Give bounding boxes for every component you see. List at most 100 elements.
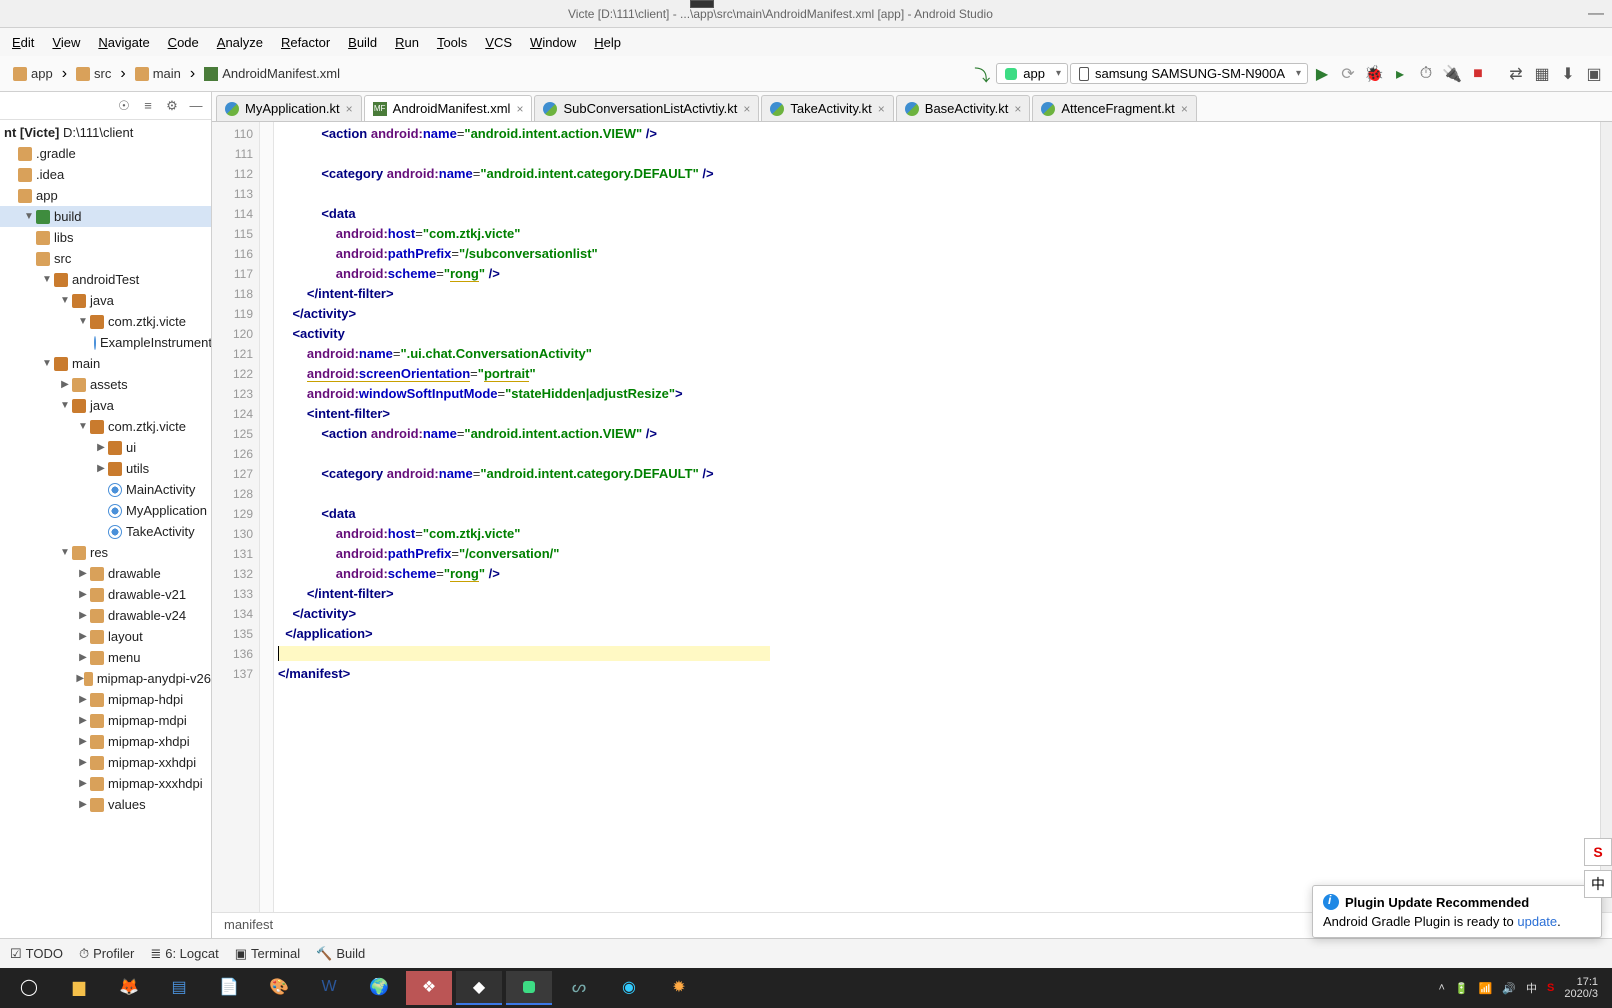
attach-debugger-icon[interactable]: 🔌 (1440, 62, 1464, 86)
project-target-icon[interactable]: ☉ (115, 97, 133, 115)
menu-code[interactable]: Code (160, 32, 207, 53)
code-area[interactable]: 1101111121131141151161171181191201211221… (212, 122, 1612, 912)
menu-view[interactable]: View (44, 32, 88, 53)
tree-arrow-icon[interactable]: ▶ (76, 799, 90, 810)
tool-build[interactable]: 🔨Build (316, 946, 365, 962)
tree-item-java[interactable]: ▼java (0, 290, 211, 311)
close-tab-icon[interactable]: × (346, 102, 353, 116)
android-studio-icon[interactable] (506, 971, 552, 1005)
menu-edit[interactable]: Edit (4, 32, 42, 53)
tree-arrow-icon[interactable]: ▶ (76, 778, 90, 789)
firefox-icon[interactable]: 🦊 (106, 971, 152, 1005)
tree-root[interactable]: nt [Victe] D:\111\client (0, 122, 211, 143)
minimize-button[interactable]: — (1588, 5, 1604, 23)
error-stripe[interactable] (1600, 122, 1612, 912)
tree-item--idea[interactable]: .idea (0, 164, 211, 185)
tree-item-mainactivity[interactable]: MainActivity (0, 479, 211, 500)
drag-tab[interactable] (690, 0, 714, 8)
tree-arrow-icon[interactable]: ▼ (76, 316, 90, 327)
project-tree[interactable]: nt [Victe] D:\111\client .gradle.ideaapp… (0, 120, 211, 968)
tree-item-mipmap-hdpi[interactable]: ▶mipmap-hdpi (0, 689, 211, 710)
fold-column[interactable] (260, 122, 274, 912)
debug-button[interactable]: 🐞 (1362, 62, 1386, 86)
stop-button[interactable]: ■ (1466, 62, 1490, 86)
tree-arrow-icon[interactable]: ▼ (40, 274, 54, 285)
tool-profiler[interactable]: ⏱Profiler (79, 946, 134, 962)
tree-item-androidtest[interactable]: ▼androidTest (0, 269, 211, 290)
apply-changes-icon[interactable]: ⟳ (1336, 62, 1360, 86)
avd-manager-icon[interactable]: ▦ (1530, 62, 1554, 86)
tree-item-drawable-v21[interactable]: ▶drawable-v21 (0, 584, 211, 605)
tree-item-mipmap-xxhdpi[interactable]: ▶mipmap-xxhdpi (0, 752, 211, 773)
close-tab-icon[interactable]: × (878, 102, 885, 116)
tree-arrow-icon[interactable]: ▶ (76, 736, 90, 747)
crumb-file[interactable]: AndroidManifest.xml (197, 63, 347, 84)
tree-item-layout[interactable]: ▶layout (0, 626, 211, 647)
menu-window[interactable]: Window (522, 32, 584, 53)
close-tab-icon[interactable]: × (516, 102, 523, 116)
tool-logcat[interactable]: ≣6: Logcat (150, 946, 218, 962)
menu-build[interactable]: Build (340, 32, 385, 53)
tray-battery-icon[interactable]: 🔋 (1455, 982, 1469, 995)
close-tab-icon[interactable]: × (743, 102, 750, 116)
tab-baseactivity-kt[interactable]: BaseActivity.kt× (896, 95, 1031, 121)
menu-help[interactable]: Help (586, 32, 629, 53)
tree-arrow-icon[interactable]: ▶ (76, 652, 90, 663)
system-tray[interactable]: ˄ 🔋 📶 🔊 中 S 17:1 2020/3 (1438, 976, 1606, 1000)
explorer-icon[interactable]: ▆ (56, 971, 102, 1005)
tree-arrow-icon[interactable]: ▶ (76, 715, 90, 726)
tree-item-main[interactable]: ▼main (0, 353, 211, 374)
menu-analyze[interactable]: Analyze (209, 32, 271, 53)
tree-item-menu[interactable]: ▶menu (0, 647, 211, 668)
notepad-icon[interactable]: 📄 (206, 971, 252, 1005)
tab-takeactivity-kt[interactable]: TakeActivity.kt× (761, 95, 893, 121)
menu-run[interactable]: Run (387, 32, 427, 53)
tree-item-mipmap-xhdpi[interactable]: ▶mipmap-xhdpi (0, 731, 211, 752)
tree-item-libs[interactable]: libs (0, 227, 211, 248)
crumb-app[interactable]: app (6, 63, 60, 84)
app4-icon[interactable]: ✹ (656, 971, 702, 1005)
tab-attencefragment-kt[interactable]: AttenceFragment.kt× (1032, 95, 1196, 121)
tree-arrow-icon[interactable]: ▶ (94, 442, 108, 453)
update-link[interactable]: update (1517, 914, 1557, 929)
coverage-icon[interactable]: ▸ (1388, 62, 1412, 86)
tree-arrow-icon[interactable]: ▶ (94, 463, 108, 474)
tree-item-takeactivity[interactable]: TakeActivity (0, 521, 211, 542)
tab-subconversationlistactivtiy-kt[interactable]: SubConversationListActivtiy.kt× (534, 95, 759, 121)
update-popup[interactable]: Plugin Update Recommended Android Gradle… (1312, 885, 1602, 938)
tab-androidmanifest-xml[interactable]: MFAndroidManifest.xml× (364, 95, 533, 121)
tree-item-values[interactable]: ▶values (0, 794, 211, 815)
app3-icon[interactable]: ◉ (606, 971, 652, 1005)
tree-item-mipmap-anydpi-v26[interactable]: ▶mipmap-anydpi-v26 (0, 668, 211, 689)
tree-arrow-icon[interactable]: ▶ (76, 589, 90, 600)
crumb-src[interactable]: src (69, 63, 118, 84)
line-gutter[interactable]: 1101111121131141151161171181191201211221… (212, 122, 260, 912)
tray-chevron-icon[interactable]: ˄ (1438, 982, 1444, 994)
tree-item-mipmap-xxxhdpi[interactable]: ▶mipmap-xxxhdpi (0, 773, 211, 794)
tree-arrow-icon[interactable]: ▼ (22, 211, 36, 222)
project-hide-icon[interactable]: — (187, 97, 205, 115)
app1-icon[interactable]: ❖ (406, 971, 452, 1005)
tree-item-utils[interactable]: ▶utils (0, 458, 211, 479)
tree-item-drawable[interactable]: ▶drawable (0, 563, 211, 584)
project-collapse-icon[interactable]: ≡ (139, 97, 157, 115)
menu-tools[interactable]: Tools (429, 32, 475, 53)
tree-item-com-ztkj-victe[interactable]: ▼com.ztkj.victe (0, 416, 211, 437)
project-gear-icon[interactable]: ⚙ (163, 97, 181, 115)
tray-volume-icon[interactable]: 🔊 (1502, 982, 1516, 995)
tree-arrow-icon[interactable]: ▶ (76, 757, 90, 768)
code-text[interactable]: <action android:name="android.intent.act… (274, 122, 1600, 912)
run-button[interactable]: ▶ (1310, 62, 1334, 86)
tree-item-com-ztkj-victe[interactable]: ▼com.ztkj.victe (0, 311, 211, 332)
cortana-icon[interactable]: ◯ (6, 971, 52, 1005)
crumb-main[interactable]: main (128, 63, 188, 84)
word-icon[interactable]: W (306, 971, 352, 1005)
tree-item-src[interactable]: src (0, 248, 211, 269)
paint-icon[interactable]: 🎨 (256, 971, 302, 1005)
ime-box[interactable]: S (1584, 838, 1612, 866)
tree-item--gradle[interactable]: .gradle (0, 143, 211, 164)
tree-item-mipmap-mdpi[interactable]: ▶mipmap-mdpi (0, 710, 211, 731)
tree-item-exampleinstrumente[interactable]: ExampleInstrumente (0, 332, 211, 353)
menu-refactor[interactable]: Refactor (273, 32, 338, 53)
tree-arrow-icon[interactable]: ▶ (76, 673, 84, 684)
